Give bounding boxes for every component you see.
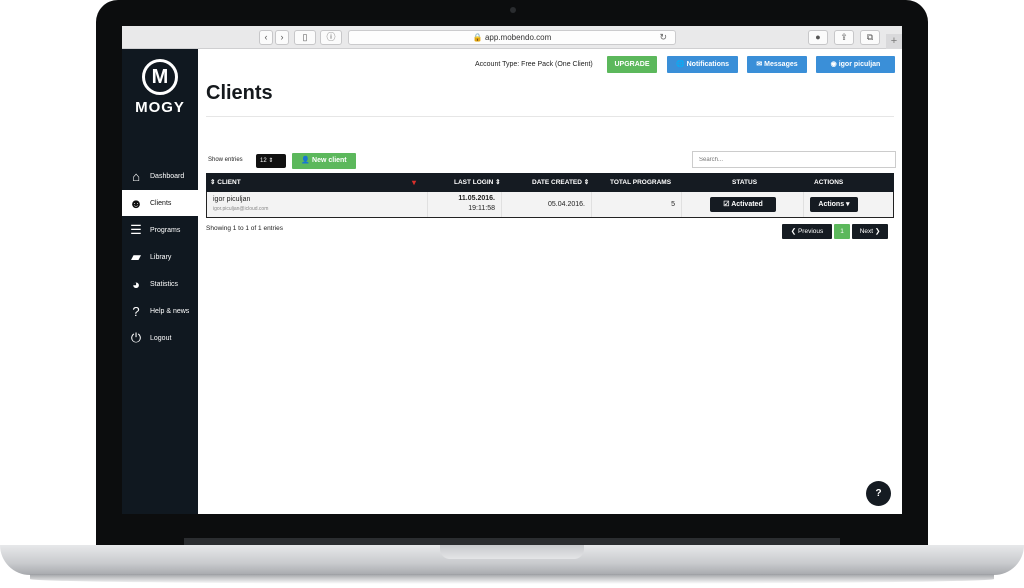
column-header-status: STATUS [732, 179, 758, 186]
info-icon[interactable]: ⓘ [320, 30, 342, 45]
page-title: Clients [206, 82, 273, 104]
reload-icon[interactable]: ↻ [659, 31, 667, 44]
pie-chart-icon: ◕ [132, 276, 140, 292]
folder-icon: ▰ [131, 249, 141, 264]
show-entries-label: Show entries [208, 157, 243, 163]
logo-text: MOGY [135, 99, 185, 116]
table-row[interactable]: igor piculjan igor.piculjan@icloud.com 1… [206, 192, 894, 218]
laptop-notch [440, 545, 584, 559]
lock-icon: 🔒 [472, 33, 483, 42]
total-programs: 5 [671, 201, 675, 208]
sidebar-item-statistics[interactable]: ◕ Statistics [122, 271, 198, 297]
divider [591, 192, 592, 217]
sidebar-item-label: Programs [150, 226, 181, 234]
divider [427, 192, 428, 217]
laptop-shadow [30, 574, 994, 584]
status-button[interactable]: ☑ Activated [710, 197, 776, 212]
account-type: Account Type: Free Pack (One Client) [475, 61, 593, 68]
sidebar-item-label: Dashboard [150, 172, 185, 180]
sort-indicator-icon: ▾ [412, 178, 417, 187]
sidebar-item-programs[interactable]: ☰ Programs [122, 217, 198, 243]
forward-button[interactable]: › [275, 30, 289, 45]
divider [681, 192, 682, 217]
date-created: 05.04.2016. [548, 201, 585, 208]
share-icon[interactable]: ⇪ [834, 30, 854, 45]
column-header-last-login[interactable]: LAST LOGIN ⇕ [454, 173, 501, 192]
sidebar-item-logout[interactable]: ⏻ Logout [122, 325, 198, 351]
camera-icon [510, 7, 516, 13]
sidebar-item-help-news[interactable]: ? Help & news [122, 298, 198, 324]
new-client-button[interactable]: 👤 New client [292, 153, 356, 169]
divider [501, 192, 502, 217]
help-chat-icon[interactable]: ? [866, 481, 891, 506]
table-info: Showing 1 to 1 of 1 entries [206, 225, 283, 232]
logo-icon: M [142, 59, 178, 95]
sidebar-item-label: Logout [150, 334, 172, 342]
messages-button[interactable]: ✉ Messages [747, 56, 807, 73]
question-icon: ? [132, 303, 140, 319]
download-icon[interactable]: ● [808, 30, 828, 45]
address-bar[interactable]: 🔒 app.mobendo.com ↻ [348, 30, 676, 45]
list-icon: ☰ [130, 222, 142, 237]
divider [803, 192, 804, 217]
previous-page-button[interactable]: ❮ Previous [782, 224, 832, 239]
next-page-button[interactable]: Next ❯ [852, 224, 888, 239]
notifications-button[interactable]: 🌐 Notifications [667, 56, 738, 73]
main-content: Account Type: Free Pack (One Client) UPG… [198, 49, 902, 514]
url-text: app.mobendo.com [484, 33, 552, 42]
browser-toolbar: ‹ › ▯ ⓘ 🔒 app.mobendo.com ↻ ● ⇪ ⧉ + [122, 26, 902, 49]
sidebar-item-dashboard[interactable]: ⌂ Dashboard [122, 163, 198, 189]
sidebar-item-library[interactable]: ▰ Library [122, 244, 198, 270]
upgrade-button[interactable]: UPGRADE [607, 56, 657, 73]
screen: ‹ › ▯ ⓘ 🔒 app.mobendo.com ↻ ● ⇪ ⧉ + M MO… [122, 26, 902, 514]
column-header-date-created[interactable]: DATE CREATED ⇕ [532, 173, 589, 192]
column-header-total-programs[interactable]: TOTAL PROGRAMS [610, 173, 671, 192]
sidebar-item-label: Library [150, 253, 172, 261]
sidebar-item-label: Statistics [150, 280, 179, 288]
sidebar: M MOGY ⌂ Dashboard ☻ Clients ☰ Programs … [122, 49, 198, 514]
new-tab-button[interactable]: + [886, 34, 902, 49]
tabs-icon[interactable]: ⧉ [860, 30, 880, 45]
last-login-time: 19:11:58 [468, 205, 495, 212]
actions-dropdown[interactable]: Actions ▾ [810, 197, 858, 212]
sidebar-toggle-icon[interactable]: ▯ [294, 30, 316, 45]
page-1-button[interactable]: 1 [834, 224, 850, 239]
sidebar-item-label: Clients [150, 199, 172, 207]
user-menu-button[interactable]: ◉ igor piculjan [816, 56, 895, 73]
column-header-client[interactable]: ⇕ CLIENT [210, 173, 241, 192]
back-button[interactable]: ‹ [259, 30, 273, 45]
search-input[interactable] [692, 151, 896, 168]
home-icon: ⌂ [132, 168, 140, 184]
divider [206, 116, 894, 117]
column-header-actions: ACTIONS [814, 179, 844, 186]
entries-select[interactable]: 12 ⇕ [256, 154, 286, 168]
sidebar-item-clients[interactable]: ☻ Clients [122, 190, 198, 216]
users-icon: ☻ [129, 195, 143, 211]
table-header: ⇕ CLIENT ▾ LAST LOGIN ⇕ DATE CREATED ⇕ T… [206, 173, 894, 192]
power-icon: ⏻ [130, 330, 142, 345]
sidebar-item-label: Help & news [150, 307, 190, 315]
